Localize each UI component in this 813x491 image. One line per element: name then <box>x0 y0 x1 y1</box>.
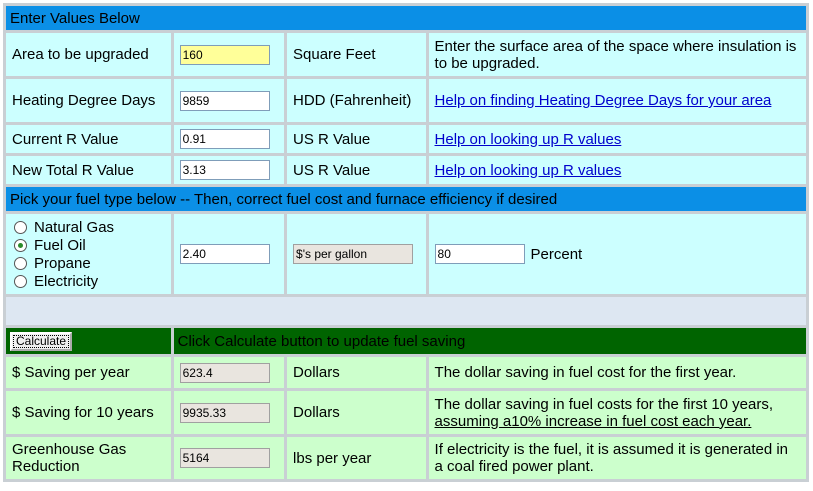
calculate-button[interactable]: Calculate <box>10 331 73 351</box>
fuel-type-radios: Natural Gas Fuel Oil Propane Electricity <box>6 214 171 294</box>
new-r-unit: US R Value <box>287 156 426 184</box>
radio-fuel-oil[interactable] <box>14 238 27 252</box>
area-note: Enter the surface area of the space wher… <box>428 33 806 76</box>
radio-natural-gas[interactable] <box>14 220 27 234</box>
area-unit: Square Feet <box>287 33 426 76</box>
hdd-label: Heating Degree Days <box>6 79 171 122</box>
new-r-help-link[interactable]: Help on looking up R values <box>435 162 622 179</box>
ghg-note: If electricity is the fuel, it is assume… <box>428 437 806 479</box>
section-header-enter-values: Enter Values Below <box>6 6 806 30</box>
calculate-hint: Click Calculate button to update fuel sa… <box>173 328 806 354</box>
area-label: Area to be upgraded <box>6 33 171 76</box>
saving-10yr-label: $ Saving for 10 years <box>6 391 171 434</box>
fuel-cost-unit-field <box>293 244 414 264</box>
new-r-label: New Total R Value <box>6 156 171 184</box>
hdd-input[interactable] <box>179 90 270 111</box>
area-input[interactable] <box>179 44 270 65</box>
saving-10yr-output <box>179 402 270 423</box>
fuel-cost-input[interactable] <box>179 244 270 264</box>
section-header-fuel: Pick your fuel type below -- Then, corre… <box>6 187 806 211</box>
fuel-option-electricity[interactable]: Electricity <box>12 272 165 290</box>
saving-year-unit: Dollars <box>287 357 426 388</box>
current-r-unit: US R Value <box>287 125 426 153</box>
efficiency-input[interactable] <box>434 244 525 264</box>
ghg-output <box>179 448 270 468</box>
saving-year-output <box>179 362 270 383</box>
spacer-row <box>6 297 806 325</box>
ghg-unit: lbs per year <box>287 437 426 479</box>
current-r-help-link[interactable]: Help on looking up R values <box>435 131 622 148</box>
saving-year-label: $ Saving per year <box>6 357 171 388</box>
current-r-label: Current R Value <box>6 125 171 153</box>
radio-propane[interactable] <box>14 256 27 270</box>
fuel-option-fuel-oil[interactable]: Fuel Oil <box>12 236 165 254</box>
efficiency-unit: Percent <box>530 245 583 263</box>
hdd-help-link[interactable]: Help on finding Heating Degree Days for … <box>435 92 772 109</box>
new-r-input[interactable] <box>179 160 270 180</box>
fuel-option-propane[interactable]: Propane <box>12 254 165 272</box>
insulation-calculator: Enter Values Below Area to be upgraded S… <box>0 0 813 491</box>
saving-year-note: The dollar saving in fuel cost for the f… <box>428 357 806 388</box>
fuel-option-natural-gas[interactable]: Natural Gas <box>12 218 165 236</box>
calculator-table: Enter Values Below Area to be upgraded S… <box>3 3 809 482</box>
ghg-label: Greenhouse Gas Reduction <box>6 437 171 479</box>
current-r-input[interactable] <box>179 129 270 149</box>
radio-electricity[interactable] <box>14 274 27 288</box>
saving-10yr-unit: Dollars <box>287 391 426 434</box>
hdd-unit: HDD (Fahrenheit) <box>287 79 426 122</box>
saving-10yr-note: The dollar saving in fuel costs for the … <box>428 391 806 434</box>
